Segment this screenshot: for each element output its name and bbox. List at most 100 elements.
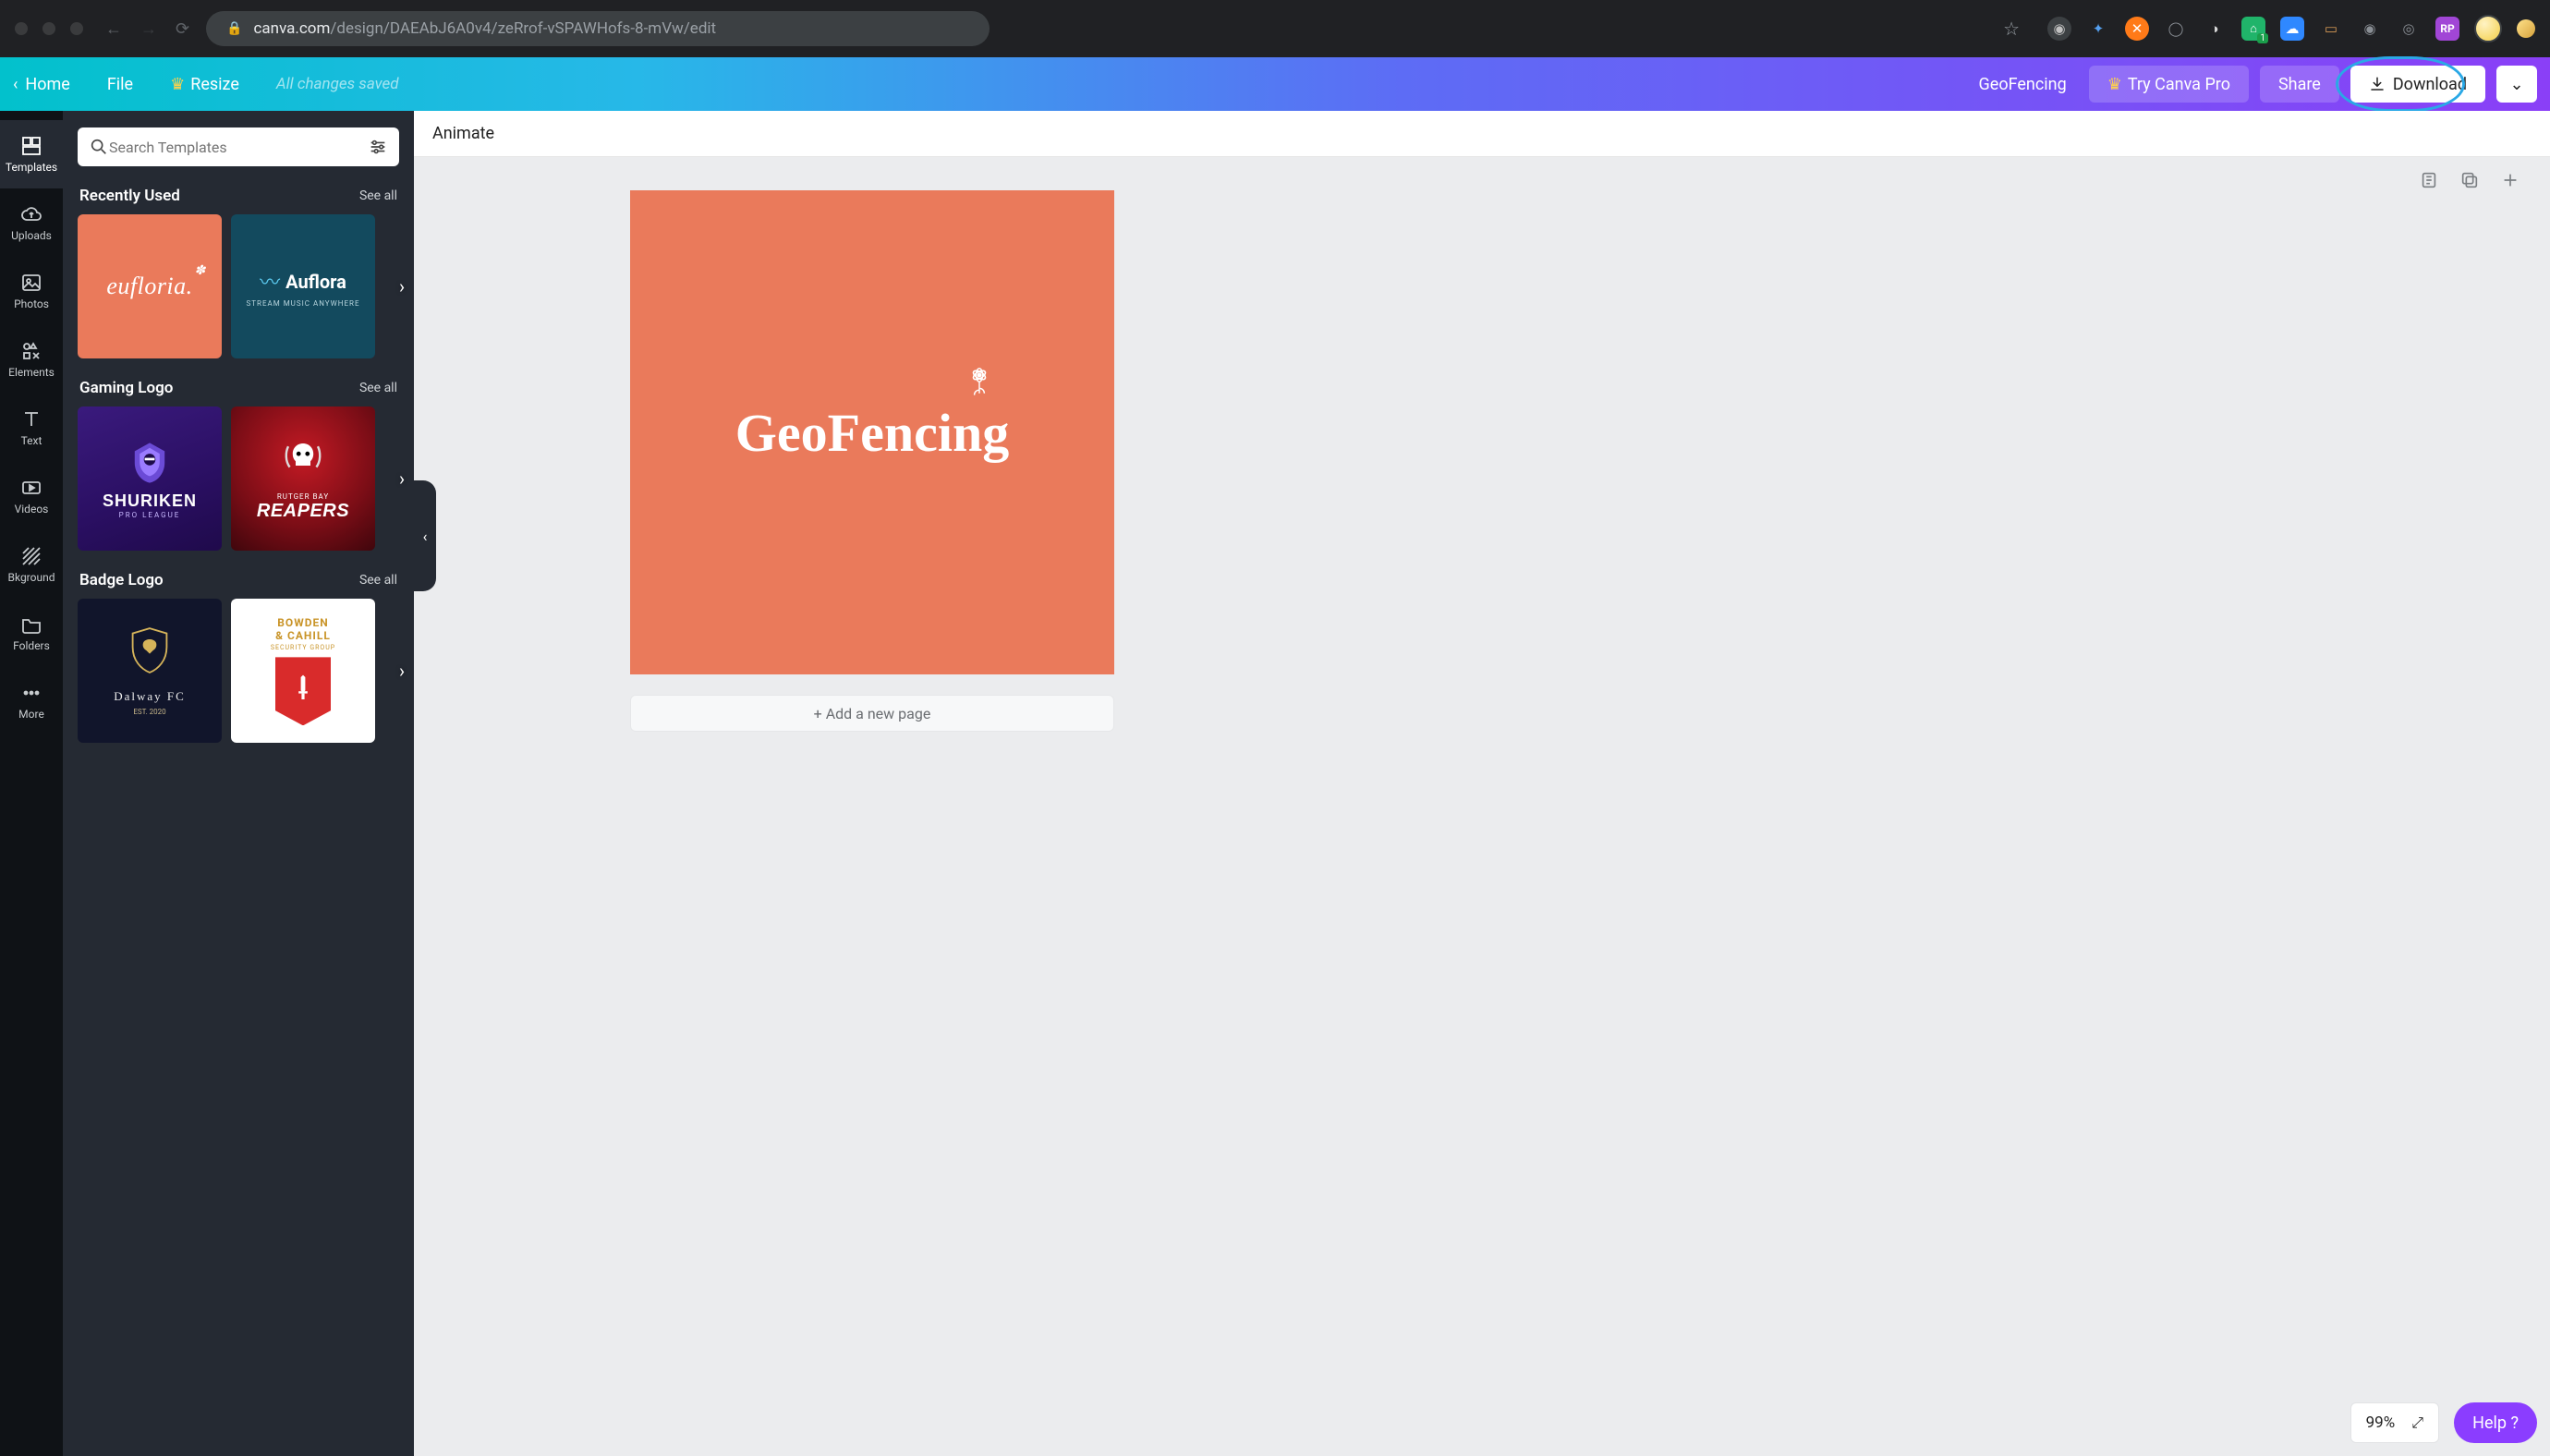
home-button[interactable]: ‹ Home [13, 75, 70, 94]
template-thumb[interactable]: SHURIKEN PRO LEAGUE [78, 406, 222, 551]
skull-icon [281, 436, 325, 489]
nav-label: Elements [8, 366, 55, 379]
zoom-control[interactable]: 99% ⤢ [2350, 1402, 2439, 1443]
wave-icon: 〰 [260, 266, 280, 296]
sword-icon [296, 673, 310, 710]
nav-more[interactable]: More [0, 667, 63, 735]
scroll-right-icon[interactable]: › [399, 467, 405, 490]
extension-icon[interactable]: ◉ [2047, 17, 2071, 41]
nav-templates[interactable]: Templates [0, 120, 63, 188]
nav-label: Uploads [11, 229, 52, 242]
photos-icon [20, 272, 42, 294]
add-page-button[interactable]: + Add a new page [630, 695, 1114, 732]
extension-icon[interactable]: ✕ [2125, 17, 2149, 41]
animate-button[interactable]: Animate [432, 124, 494, 143]
nav-photos[interactable]: Photos [0, 257, 63, 325]
reload-icon[interactable]: ⟳ [176, 19, 189, 39]
resize-menu[interactable]: ♛Resize [170, 75, 239, 94]
extension-icon[interactable]: RP [2435, 17, 2459, 41]
forward-icon: → [140, 19, 157, 39]
banner-shape [275, 657, 331, 725]
nav-background[interactable]: Bkground [0, 530, 63, 599]
extension-icon[interactable]: ⌂1 [2241, 17, 2265, 41]
thumb-label: Auflora [285, 271, 346, 293]
download-button[interactable]: Download [2350, 66, 2485, 103]
extension-icon[interactable]: ▭ [2319, 17, 2343, 41]
template-thumb[interactable]: eufloria.✽ [78, 214, 222, 358]
logo-group[interactable]: GeoFencing [735, 402, 1009, 464]
scroll-right-icon[interactable]: › [399, 660, 405, 682]
section-title: Gaming Logo [79, 379, 173, 397]
canvas-stage[interactable]: Animate GeoFencing + Add a new page 99% … [414, 111, 2550, 1456]
flower-icon [963, 365, 996, 406]
home-label: Home [25, 75, 69, 94]
nav-uploads[interactable]: Uploads [0, 188, 63, 257]
template-thumb[interactable]: Dalway FC EST. 2020 [78, 599, 222, 743]
extension-icon[interactable]: ◎ [2397, 17, 2421, 41]
zoom-value[interactable]: 99% [2366, 1414, 2396, 1432]
url-host: canva.com [254, 19, 331, 38]
design-page[interactable]: GeoFencing [630, 190, 1114, 674]
extension-icon[interactable]: ◑ [2203, 17, 2227, 41]
sparkle-icon: ✽ [194, 263, 205, 278]
url-bar[interactable]: 🔒 canva.com/design/DAEAbJ6A0v4/zeRrof-vS… [206, 11, 990, 46]
scroll-right-icon[interactable]: › [399, 275, 405, 297]
nav-label: Text [21, 434, 42, 447]
browser-right-icons: ☆ ◉ ✦ ✕ ◯ ◑ ⌂1 ☁ ▭ ◉ ◎ RP [2003, 15, 2535, 42]
template-thumb[interactable]: RUTGER BAY REAPERS [231, 406, 375, 551]
template-thumb[interactable]: BOWDEN& CAHILL SECURITY GROUP [231, 599, 375, 743]
notes-icon[interactable] [2419, 170, 2439, 190]
extension-icon[interactable]: ◉ [2358, 17, 2382, 41]
search-box[interactable] [78, 127, 399, 166]
fullscreen-icon[interactable]: ⤢ [2411, 1414, 2423, 1432]
design-text[interactable]: GeoFencing [735, 403, 1009, 463]
extension-icon[interactable]: ◯ [2164, 17, 2188, 41]
search-input[interactable] [109, 139, 368, 156]
nav-elements[interactable]: Elements [0, 325, 63, 394]
thumb-sublabel: EST. 2020 [133, 708, 165, 716]
app-top-bar: ‹ Home File ♛Resize All changes saved Ge… [0, 57, 2550, 111]
design-title[interactable]: GeoFencing [1979, 75, 2067, 94]
see-all-link[interactable]: See all [359, 188, 397, 203]
extension-icon[interactable]: ☁ [2280, 17, 2304, 41]
nav-videos[interactable]: Videos [0, 462, 63, 530]
share-button[interactable]: Share [2260, 66, 2339, 103]
extension-icon[interactable] [2517, 19, 2535, 38]
help-button[interactable]: Help ? [2454, 1402, 2537, 1443]
more-icon [20, 682, 42, 704]
main-area: Templates Uploads Photos Elements Text V… [0, 111, 2550, 1456]
download-label: Download [2393, 75, 2467, 94]
back-icon[interactable]: ← [105, 19, 122, 39]
profile-avatar-icon[interactable] [2474, 15, 2502, 42]
elements-icon [20, 340, 42, 362]
see-all-link[interactable]: See all [359, 381, 397, 395]
thumb-label: REAPERS [257, 501, 349, 522]
shield-icon [128, 626, 171, 684]
section-title: Badge Logo [79, 571, 164, 589]
nav-folders[interactable]: Folders [0, 599, 63, 667]
nav-label: Bkground [8, 571, 55, 584]
file-menu[interactable]: File [107, 75, 133, 94]
nav-label: Templates [6, 161, 57, 174]
chevron-left-icon: ‹ [13, 75, 18, 94]
page-action-bar [2419, 170, 2520, 190]
thumb-label: BOWDEN& CAHILL [275, 616, 331, 643]
text-icon [20, 408, 42, 431]
thumb-sublabel: STREAM MUSIC ANYWHERE [247, 299, 360, 308]
thumb-label: Dalway FC [114, 689, 186, 704]
duplicate-icon[interactable] [2459, 170, 2480, 190]
filter-sliders-icon[interactable] [368, 137, 388, 157]
extension-icon[interactable]: ✦ [2086, 17, 2110, 41]
nav-text[interactable]: Text [0, 394, 63, 462]
see-all-link[interactable]: See all [359, 573, 397, 588]
browser-nav-controls[interactable]: ← → ⟳ [105, 19, 189, 39]
resize-label: Resize [190, 75, 239, 94]
add-page-icon[interactable] [2500, 170, 2520, 190]
bookmark-star-icon[interactable]: ☆ [2003, 18, 2020, 40]
try-canva-pro-button[interactable]: ♛Try Canva Pro [2089, 66, 2249, 103]
collapse-panel-tab[interactable]: ‹ [414, 480, 436, 591]
thumb-sublabel: RUTGER BAY [277, 492, 329, 501]
download-more-button[interactable]: ⌄ [2496, 66, 2537, 103]
template-thumb[interactable]: 〰 Auflora STREAM MUSIC ANYWHERE [231, 214, 375, 358]
templates-icon [20, 135, 42, 157]
